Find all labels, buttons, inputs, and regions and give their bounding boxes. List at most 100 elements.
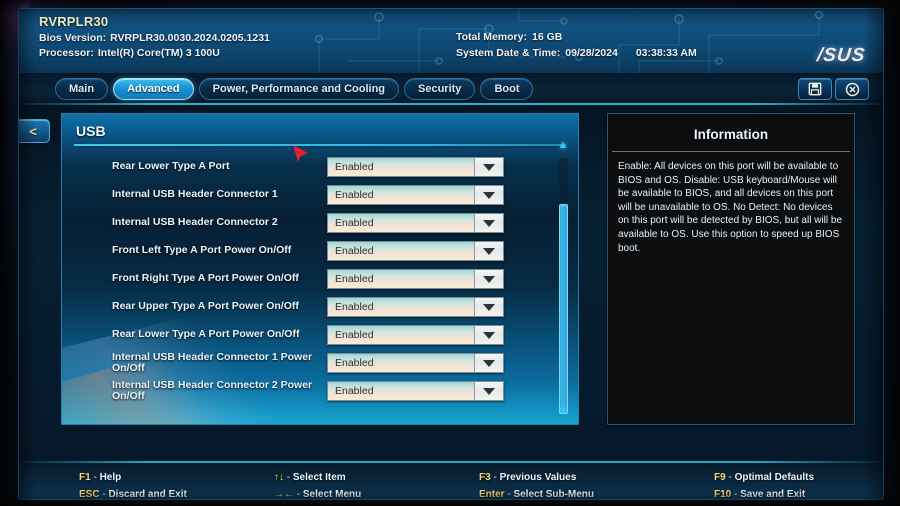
shortcut-f1: F1 - Help xyxy=(79,469,187,486)
processor-value: Intel(R) Core(TM) 3 100U xyxy=(97,47,220,59)
setting-row-rear-upper-type-a-port-power: Rear Upper Type A Port Power On/Off Enab… xyxy=(62,293,578,321)
bios-screen: RVRPLR30 Bios Version: RVRPLR30.0030.2024… xyxy=(18,8,884,500)
processor-label: Processor: xyxy=(39,47,94,59)
tab-security-label: Security xyxy=(418,83,462,95)
chevron-down-icon[interactable] xyxy=(475,242,503,260)
tab-boot[interactable]: Boot xyxy=(480,78,534,100)
shortcut-desc: Previous Values xyxy=(499,472,577,483)
setting-dropdown[interactable]: Enabled xyxy=(327,157,504,177)
system-summary-right: Total Memory: 16 GB System Date & Time: 09… xyxy=(456,31,697,63)
setting-dropdown[interactable]: Enabled xyxy=(327,241,504,261)
setting-value: Enabled xyxy=(328,298,475,316)
bios-version-row: Bios Version: RVRPLR30.0030.2024.0205.123… xyxy=(39,32,270,44)
settings-scrollbar[interactable]: ▲ ▼ xyxy=(556,140,570,417)
setting-value: Enabled xyxy=(328,186,475,204)
exit-button[interactable] xyxy=(835,78,869,100)
setting-dropdown[interactable]: Enabled xyxy=(327,353,504,373)
information-title: Information xyxy=(693,127,769,142)
shortcut-key: ESC xyxy=(79,489,100,500)
shortcut-f9: F9 - Optimal Defaults xyxy=(714,469,814,486)
total-memory-row: Total Memory: 16 GB xyxy=(456,31,697,43)
shortcut-sep: - xyxy=(90,472,100,483)
setting-dropdown[interactable]: Enabled xyxy=(327,381,504,401)
tab-power-performance-cooling[interactable]: Power, Performance and Cooling xyxy=(198,78,400,100)
setting-value: Enabled xyxy=(328,354,475,372)
shortcut-desc: Discard and Exit xyxy=(108,489,187,500)
bios-version-value: RVRPLR30.0030.2024.0205.1231 xyxy=(110,32,270,44)
tab-boot-label: Boot xyxy=(494,83,520,95)
tab-advanced-label: Advanced xyxy=(127,83,180,95)
setting-label: Internal USB Header Connector 2 Power On… xyxy=(112,379,313,402)
menu-tab-bar: Main Advanced Power, Performance and Coo… xyxy=(19,73,883,105)
shortcut-key: F9 xyxy=(714,472,726,483)
scrollbar-thumb[interactable] xyxy=(559,204,568,414)
setting-row-rear-lower-type-a-port-power: Rear Lower Type A Port Power On/Off Enab… xyxy=(62,321,578,349)
setting-label: Internal USB Header Connector 1 Power On… xyxy=(112,351,313,374)
chevron-down-icon[interactable] xyxy=(475,354,503,372)
setting-value: Enabled xyxy=(328,158,475,176)
chevron-down-icon[interactable] xyxy=(475,382,503,400)
shortcut-keys: F1 - Help ESC - Discard and Exit ↑↓ - Se… xyxy=(19,469,883,500)
shortcut-f10: F10 - Save and Exit xyxy=(714,486,814,500)
scroll-down-icon[interactable]: ▼ xyxy=(556,406,570,417)
shortcut-desc: Help xyxy=(99,472,122,483)
chevron-down-icon[interactable] xyxy=(475,298,503,316)
save-button[interactable] xyxy=(798,78,832,100)
back-button[interactable]: < xyxy=(19,119,50,143)
shortcut-key: →← xyxy=(274,489,294,500)
setting-value: Enabled xyxy=(328,382,475,400)
setting-row-front-left-type-a-port-power: Front Left Type A Port Power On/Off Enab… xyxy=(62,237,578,265)
shortcut-key: Enter xyxy=(479,489,505,500)
usb-settings-panel: USB Rear Lower Type A Port Enabled Inter… xyxy=(61,113,579,425)
setting-value: Enabled xyxy=(328,270,475,288)
shortcut-column-2: ↑↓ - Select Item →← - Select Menu xyxy=(274,469,362,500)
bios-version-label: Bios Version: xyxy=(39,32,107,44)
setting-row-rear-lower-type-a-port: Rear Lower Type A Port Enabled xyxy=(62,153,578,181)
tab-advanced[interactable]: Advanced xyxy=(113,78,194,100)
window-action-buttons xyxy=(798,78,869,100)
setting-label: Rear Upper Type A Port Power On/Off xyxy=(112,300,299,313)
tab-main-label: Main xyxy=(69,83,95,95)
shortcut-enter: Enter - Select Sub-Menu xyxy=(479,486,594,500)
system-date-value: 09/28/2024 xyxy=(565,47,618,59)
setting-dropdown[interactable]: Enabled xyxy=(327,185,504,205)
chevron-down-icon[interactable] xyxy=(475,158,503,176)
shortcut-key: F1 xyxy=(79,472,91,483)
asus-logo: /SUS xyxy=(815,45,867,66)
information-text: Enable: All devices on this port will be… xyxy=(618,161,843,254)
setting-row-internal-usb-header-connector-2-power: Internal USB Header Connector 2 Power On… xyxy=(62,377,578,405)
total-memory-label: Total Memory: xyxy=(456,31,527,43)
setting-dropdown[interactable]: Enabled xyxy=(327,325,504,345)
scroll-up-icon[interactable]: ▲ xyxy=(556,140,570,151)
chevron-down-icon[interactable] xyxy=(475,186,503,204)
shortcut-column-4: F9 - Optimal Defaults F10 - Save and Exi… xyxy=(714,469,814,500)
shortcut-key: ↑↓ xyxy=(274,472,284,483)
setting-label: Front Right Type A Port Power On/Off xyxy=(112,272,299,285)
setting-dropdown[interactable]: Enabled xyxy=(327,269,504,289)
save-icon xyxy=(808,82,822,96)
setting-row-front-right-type-a-port-power: Front Right Type A Port Power On/Off Ena… xyxy=(62,265,578,293)
shortcut-key: F10 xyxy=(714,489,732,500)
setting-label: Internal USB Header Connector 1 xyxy=(112,188,278,201)
shortcut-sep: - xyxy=(294,489,303,500)
setting-dropdown[interactable]: Enabled xyxy=(327,297,504,317)
shortcut-desc: Select Menu xyxy=(302,489,362,500)
shortcut-desc: Optimal Defaults xyxy=(734,472,815,483)
setting-label: Rear Lower Type A Port xyxy=(112,160,230,173)
page-title: USB xyxy=(76,123,106,139)
chevron-down-icon[interactable] xyxy=(475,214,503,232)
close-icon xyxy=(845,82,859,96)
bios-body: < USB Rear Lower Type A Port Enabled Int… xyxy=(19,105,883,461)
shortcut-column-3: F3 - Previous Values Enter - Select Sub-… xyxy=(479,469,594,500)
tab-security[interactable]: Security xyxy=(404,78,476,100)
scrollbar-track[interactable] xyxy=(559,158,568,414)
tab-main[interactable]: Main xyxy=(55,78,109,100)
system-datetime-label: System Date & Time: xyxy=(456,47,561,59)
chevron-down-icon[interactable] xyxy=(475,270,503,288)
chevron-down-icon[interactable] xyxy=(475,326,503,344)
back-chevron-icon: < xyxy=(29,123,37,139)
setting-row-internal-usb-header-connector-2: Internal USB Header Connector 2 Enabled xyxy=(62,209,578,237)
screenshot-photo: RVRPLR30 Bios Version: RVRPLR30.0030.2024… xyxy=(0,0,900,506)
setting-label: Internal USB Header Connector 2 xyxy=(112,216,278,229)
setting-dropdown[interactable]: Enabled xyxy=(327,213,504,233)
